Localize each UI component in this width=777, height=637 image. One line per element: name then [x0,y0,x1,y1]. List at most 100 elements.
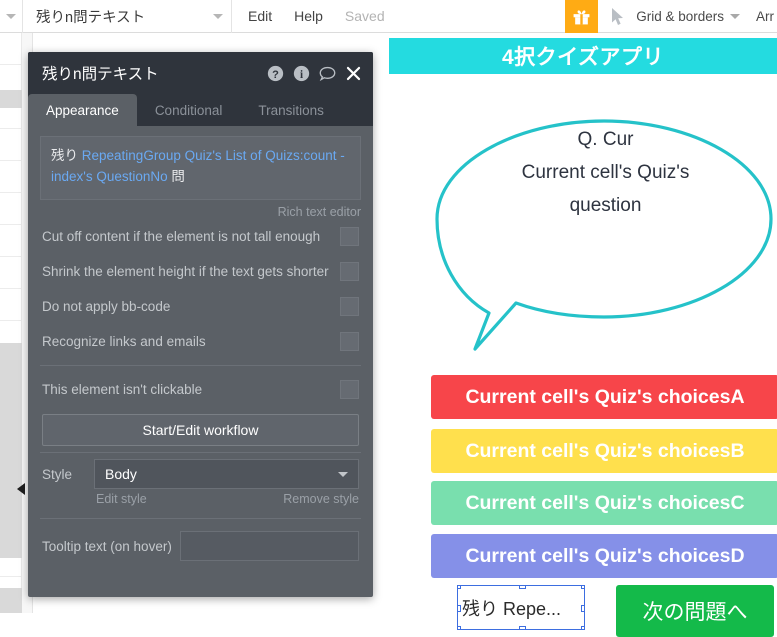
style-dropdown[interactable]: Body [94,459,359,489]
property-row-shrink[interactable]: Shrink the element height if the text ge… [40,254,361,289]
chevron-down-icon [213,13,223,19]
tab-conditional[interactable]: Conditional [137,94,241,126]
panel-tabs: Appearance Conditional Transitions [28,94,373,126]
question-line-1: Q. Cur [577,129,634,150]
rail-highlight-block[interactable] [0,90,22,108]
links-checkbox[interactable] [340,332,359,351]
cutoff-checkbox[interactable] [340,227,359,246]
rail-gridline [0,129,21,161]
choice-button-b[interactable]: Current cell's Quiz's choicesB [431,429,777,473]
choice-a-label: Current cell's Quiz's choicesA [465,385,745,408]
toolbar-menu: Edit Help Saved [232,0,385,33]
style-label: Style [42,466,73,482]
remove-style-link[interactable]: Remove style [283,492,359,506]
choice-b-label: Current cell's Quiz's choicesB [465,439,745,462]
next-question-button[interactable]: 次の問題へ [616,585,774,637]
property-row-clickable[interactable]: This element isn't clickable [40,372,361,407]
tooltip-label: Tooltip text (on hover) [42,538,172,554]
arrange-menu[interactable]: Arr [756,9,774,24]
rich-text-prefix: 残り [51,148,82,163]
next-question-label: 次の問題へ [642,601,748,624]
start-edit-workflow-button[interactable]: Start/Edit workflow [42,414,359,446]
resize-handle-middle-left[interactable] [458,605,461,612]
comment-bubble-icon[interactable] [319,65,336,82]
app-title: 4択クイズアプリ [501,46,665,69]
shrink-label: Shrink the element height if the text ge… [42,264,329,279]
question-speech-bubble[interactable]: Q. Cur Current cell's Quiz's question [431,115,777,356]
left-element-rail [0,33,22,613]
question-line-3: question [569,195,642,216]
bbcode-checkbox[interactable] [340,297,359,316]
panel-divider [40,518,361,519]
app-header-bar[interactable]: 4択クイズアプリ [389,38,777,74]
selected-text-element[interactable]: 残り Repe... [457,585,585,630]
rich-text-suffix: 問 [167,169,185,184]
panel-body: 残り RepeatingGroup Quiz's List of Quizs:c… [28,126,373,597]
menu-item-edit[interactable]: Edit [248,8,272,24]
top-toolbar: 残りn問テキスト Edit Help Saved Grid & borders … [0,0,777,33]
resize-handle-middle-right[interactable] [581,605,584,612]
rich-text-dynamic-expression[interactable]: RepeatingGroup Quiz's List of Quizs:coun… [51,148,345,184]
resize-handle-bottom-right[interactable] [581,626,584,629]
help-circle-icon[interactable]: ? [267,65,284,82]
grid-and-borders-label: Grid & borders [636,9,724,24]
chevron-down-icon [730,14,740,19]
tab-transitions-label: Transitions [258,102,324,118]
rail-gridline [0,257,21,289]
resize-handle-top-center[interactable] [519,586,526,589]
gift-icon [573,10,590,25]
resize-handle-bottom-left[interactable] [458,626,461,629]
bbcode-label: Do not apply bb-code [42,299,171,314]
tab-transitions[interactable]: Transitions [240,94,342,126]
chevron-down-icon [338,471,348,477]
tooltip-input[interactable] [180,531,359,561]
tab-appearance[interactable]: Appearance [28,94,137,126]
selected-element-name: 残りn問テキスト [36,9,146,26]
rich-text-editor-link[interactable]: Rich text editor [40,205,361,219]
element-selector-dropdown[interactable]: 残りn問テキスト [23,0,231,33]
tooltip-row: Tooltip text (on hover) [40,531,361,561]
panel-divider [40,365,361,366]
save-status-label: Saved [344,8,385,24]
rail-gridline [0,225,21,257]
property-row-bbcode[interactable]: Do not apply bb-code [40,289,361,324]
close-icon[interactable] [345,65,362,82]
svg-text:?: ? [272,68,279,80]
property-row-links[interactable]: Recognize links and emails [40,324,361,359]
resize-handle-bottom-center[interactable] [519,626,526,629]
info-circle-icon[interactable]: i [293,65,310,82]
rail-gridline [0,193,21,225]
element-property-panel: 残りn問テキスト ? i Appearance Conditional Tran… [28,52,373,597]
clickable-label: This element isn't clickable [42,382,203,397]
chevron-down-icon [6,13,16,19]
svg-text:i: i [300,68,303,80]
style-row: Style Body [40,459,361,489]
panel-header: 残りn問テキスト ? i [28,52,373,94]
back-caret-button[interactable] [0,0,22,33]
choice-button-a[interactable]: Current cell's Quiz's choicesA [431,375,777,419]
shrink-checkbox[interactable] [340,262,359,281]
rail-highlight-block[interactable] [0,588,22,613]
rail-highlight-block[interactable] [0,343,22,558]
collapse-panel-button[interactable] [14,481,27,497]
choice-button-d[interactable]: Current cell's Quiz's choicesD [431,534,777,578]
panel-title: 残りn問テキスト [42,66,159,83]
menu-item-help[interactable]: Help [294,8,323,24]
choice-button-c[interactable]: Current cell's Quiz's choicesC [431,481,777,525]
edit-style-link[interactable]: Edit style [96,492,147,506]
property-row-cutoff[interactable]: Cut off content if the element is not ta… [40,219,361,254]
cursor-arrow-icon[interactable] [611,7,627,26]
choice-c-label: Current cell's Quiz's choicesC [465,491,745,514]
toolbar-right-group: Grid & borders Arr [565,0,777,33]
gift-button[interactable] [565,0,599,33]
style-value: Body [105,466,137,482]
style-links: Edit style Remove style [40,489,361,506]
tab-conditional-label: Conditional [154,102,223,118]
grid-and-borders-dropdown[interactable]: Grid & borders [636,9,740,24]
clickable-checkbox[interactable] [340,380,359,399]
resize-handle-top-right[interactable] [581,586,584,589]
rich-text-content-field[interactable]: 残り RepeatingGroup Quiz's List of Quizs:c… [40,136,361,200]
rail-gridline [0,33,21,65]
tab-appearance-label: Appearance [46,102,119,118]
resize-handle-top-left[interactable] [458,586,461,589]
